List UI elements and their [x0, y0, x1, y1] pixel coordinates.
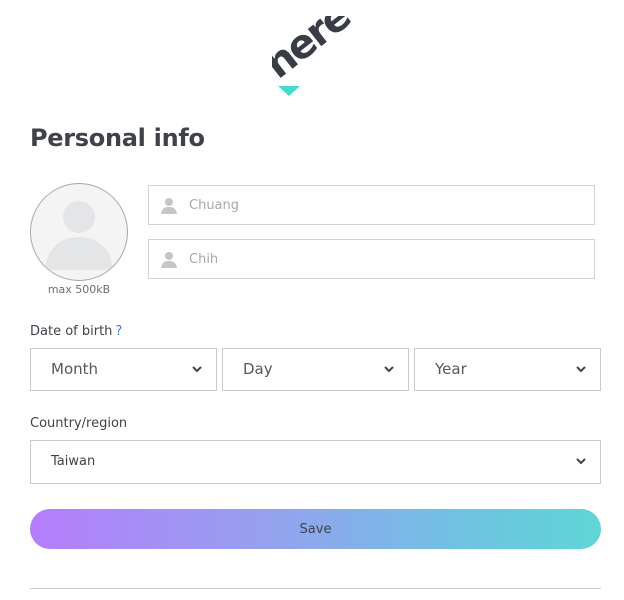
country-region-select[interactable]: Taiwan — [30, 440, 601, 484]
chevron-down-icon — [576, 458, 586, 465]
year-select[interactable]: Year — [414, 348, 601, 391]
date-of-birth-help-link[interactable]: ? — [115, 324, 122, 339]
save-button[interactable]: Save — [30, 509, 601, 549]
country-select-value: Taiwan — [51, 454, 96, 469]
first-name-input[interactable] — [189, 186, 584, 224]
first-name-field — [148, 185, 595, 225]
logo-accent-triangle — [278, 86, 300, 96]
chevron-down-icon — [576, 366, 586, 373]
year-select-value: Year — [435, 360, 467, 378]
avatar-size-hint: max 500kB — [47, 283, 111, 296]
date-of-birth-label: Date of birth? — [30, 324, 122, 339]
divider — [30, 588, 601, 589]
person-icon — [161, 252, 177, 268]
chevron-down-icon — [192, 366, 202, 373]
last-name-field — [148, 239, 595, 279]
day-select-value: Day — [243, 360, 273, 378]
date-of-birth-label-text: Date of birth — [30, 324, 113, 339]
country-region-label: Country/region — [30, 416, 128, 431]
user-silhouette-icon — [45, 201, 113, 270]
day-select[interactable]: Day — [222, 348, 409, 391]
chevron-down-icon — [384, 366, 394, 373]
logo-text: here — [272, 16, 359, 88]
avatar-upload[interactable] — [30, 183, 128, 281]
page-title: Personal info — [30, 124, 205, 152]
month-select-value: Month — [51, 360, 99, 378]
last-name-input[interactable] — [189, 240, 584, 278]
here-logo: here — [272, 16, 359, 96]
month-select[interactable]: Month — [30, 348, 217, 391]
person-icon — [161, 198, 177, 214]
